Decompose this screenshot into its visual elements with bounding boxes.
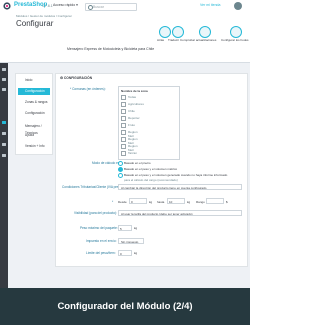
back-button[interactable]: [159, 26, 171, 38]
envio-input[interactable]: 0: [118, 250, 132, 256]
zone-checkbox[interactable]: [121, 123, 126, 128]
shipping-icon[interactable]: [2, 78, 6, 81]
translate-label: Traducir: [168, 38, 179, 42]
international-icon[interactable]: [2, 132, 6, 135]
zones-table: Nombre de la zona Todas Agricultores Chi…: [118, 86, 180, 160]
zone-checkbox[interactable]: [121, 130, 126, 135]
caption-text: Configurador del Módulo (2/4): [57, 301, 193, 312]
range-to-label: hasta: [157, 200, 165, 204]
zone-checkbox[interactable]: [121, 144, 126, 149]
impuesto-label: Impuesto en el envío:: [86, 239, 117, 243]
impuesto-select[interactable]: Sin impuesto: [118, 238, 144, 244]
visibility-label: Visibilidad (para del producto):: [74, 211, 117, 215]
settings-icon[interactable]: [2, 143, 6, 146]
tab-ayuda[interactable]: Ayuda: [18, 132, 50, 139]
envio-unit: kg: [134, 251, 138, 255]
weight-label: Peso máximo del paquete:: [80, 226, 118, 230]
tab-zonas[interactable]: Zonas & rangos: [18, 99, 50, 106]
range-required-mark: *: [112, 200, 114, 204]
range-from-label: Desde: [118, 200, 127, 204]
modules-icon[interactable]: [2, 121, 6, 124]
billing-radio-mixed[interactable]: [118, 173, 123, 178]
version-label: 1.7.6.1: [42, 3, 53, 8]
search-input[interactable]: Buscar: [85, 2, 137, 11]
translate-button[interactable]: [172, 26, 184, 38]
range-price-label: Rango: [196, 200, 205, 204]
billing-radio-price[interactable]: [118, 161, 123, 166]
range-price-input[interactable]: [206, 198, 224, 204]
billing-option-mixed: Basado en el peso y el volumen generado …: [124, 173, 228, 177]
page-title: Configurar: [16, 19, 54, 28]
avatar[interactable]: [234, 2, 242, 10]
range-to-input[interactable]: 10: [167, 198, 185, 204]
billing-option-price: Basado en el precio: [124, 161, 151, 165]
billing-option-weight: Basado en el peso y el volumen métrico: [124, 167, 178, 171]
tab-configuracion[interactable]: Configuración: [18, 88, 50, 95]
weight-input[interactable]: 5: [118, 225, 132, 231]
zone-checkbox[interactable]: [121, 102, 126, 107]
weight-unit: kg: [134, 226, 138, 230]
panel-heading: ⚙ CONFIGURACIÓN: [60, 76, 93, 80]
configure-hooks-button[interactable]: [230, 26, 242, 38]
search-placeholder: Buscar: [93, 4, 104, 9]
tab-inicio[interactable]: Inicio: [18, 77, 50, 84]
tax-label: Condiciones Tributarias/Cliente (IVA pre…: [62, 185, 125, 189]
prestashop-logo-icon: [3, 2, 11, 10]
zone-checkbox[interactable]: [121, 137, 126, 142]
quick-access-dropdown[interactable]: Acceso rápido ▾: [53, 3, 78, 7]
billing-note: para el cálculo del cargo (recomendado): [124, 178, 178, 182]
range-from-unit: kg: [149, 200, 153, 204]
zone-checkbox[interactable]: [121, 151, 126, 156]
module-subtitle: Mensajero Express de Motocicleta y Bicic…: [67, 47, 155, 51]
zone-checkbox[interactable]: [121, 95, 126, 100]
zones-label: * Comunas (en órdenes):: [70, 87, 106, 91]
range-price-unit: $: [226, 200, 228, 204]
tab-version[interactable]: Versión + Info: [18, 143, 50, 150]
visibility-select[interactable]: Al usar la tarifa del producto (debe ser…: [118, 210, 242, 216]
configure-hooks-label: Configurar los hooks: [221, 38, 249, 42]
tab-configuracion-2[interactable]: Configuración: [18, 110, 50, 117]
design-icon[interactable]: [2, 68, 6, 71]
check-updates-label: Comprobar actualizaciones: [180, 38, 217, 42]
range-to-unit: kg: [187, 200, 191, 204]
billing-label: Modo de cálculo en:: [92, 161, 121, 165]
tab-mensajero[interactable]: Mensajero / Técnicos: [18, 123, 50, 135]
range-from-input[interactable]: 0: [129, 198, 147, 204]
tax-select[interactable]: Al cambiar la dirección del producto tie…: [118, 184, 242, 190]
payment-icon[interactable]: [2, 88, 6, 91]
breadcrumb[interactable]: Módulos / Gestor de módulos / Configurar: [16, 14, 72, 18]
zone-checkbox[interactable]: [121, 116, 126, 121]
admin-screen: PrestaShop 1.7.6.1 Acceso rápido ▾ Busca…: [0, 0, 250, 288]
module-tabs: Inicio Configuración Zonas & rangos Conf…: [15, 73, 53, 155]
back-label: Atrás: [157, 38, 165, 42]
zones-header: Nombre de la zona: [121, 89, 148, 93]
zone-checkbox[interactable]: [121, 109, 126, 114]
envio-label: Límite del peso/ítem:: [86, 251, 116, 255]
check-updates-button[interactable]: [199, 26, 211, 38]
advanced-icon[interactable]: [2, 154, 6, 157]
caption-banner: Configurador del Módulo (2/4): [0, 288, 250, 325]
billing-radio-weight[interactable]: [118, 167, 123, 172]
view-shop-link[interactable]: Ver mi tienda: [200, 3, 220, 7]
